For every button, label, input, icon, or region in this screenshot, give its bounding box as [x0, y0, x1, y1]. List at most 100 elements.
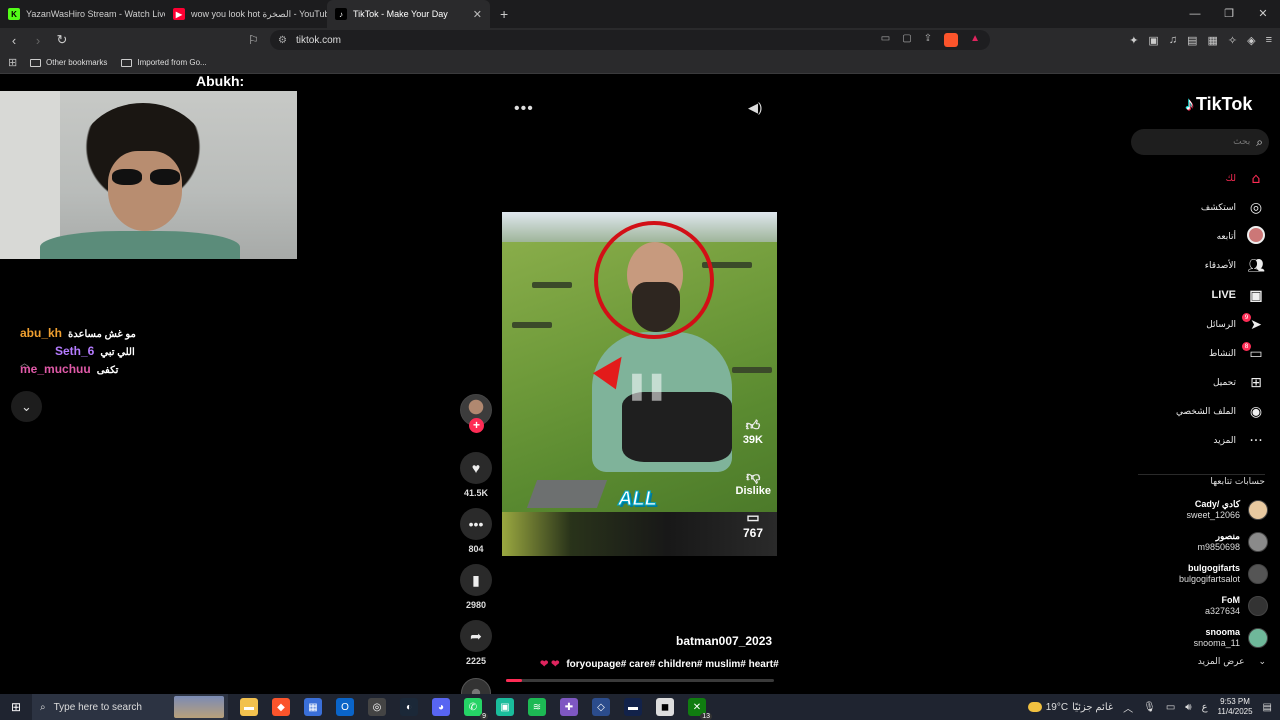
brave-rewards-icon[interactable]: ▲ [970, 33, 980, 47]
taskbar-search[interactable]: ⌕ Type here to search [32, 694, 228, 720]
app-icon[interactable]: ◎ [368, 698, 386, 716]
sidebar-item-messages[interactable]: الرسائل ➤ 9 [1116, 310, 1266, 339]
app-icon[interactable]: ◇ [592, 698, 610, 716]
site-settings-icon[interactable]: ⚙ [278, 35, 287, 46]
sidebar-item-profile[interactable]: الملف الشخصي ◉ [1116, 398, 1266, 427]
network-icon[interactable]: ▭ [1166, 702, 1175, 713]
comment-button[interactable]: ••• [460, 508, 492, 540]
reload-icon[interactable]: ↻ [52, 32, 72, 48]
leo-ai-icon[interactable]: ✧ [1228, 34, 1237, 47]
sidebar-item-activity[interactable]: النشاط ▭ 8 [1116, 339, 1266, 368]
bookmark-icon[interactable]: ⚐ [248, 33, 259, 47]
tiktok-icon: ♪ [335, 8, 347, 20]
pause-icon[interactable]: ❚❚ [626, 370, 668, 401]
video-player[interactable]: ❚❚ ALL 👍︎ 39K 👎︎ Dislike ▭ 767 [502, 212, 777, 556]
following-account[interactable]: snooma snooma_11 [1128, 622, 1268, 654]
sidebar-item-label: المزيد [1213, 436, 1236, 447]
following-account[interactable]: bulgogifarts bulgogifartsalot [1128, 558, 1268, 590]
sidebar-item-live[interactable]: LIVE ▣ [1116, 281, 1266, 310]
restore-icon[interactable]: ❐ [1212, 0, 1246, 28]
account-name: Cady/ كادي [1194, 499, 1240, 509]
minimize-icon[interactable]: — [1178, 0, 1212, 28]
app-icon[interactable]: ▣ [496, 698, 514, 716]
steam-icon[interactable]: ◐ [400, 698, 418, 716]
brave-shields-icon[interactable] [944, 33, 959, 47]
weather-widget[interactable]: 19°C غائم جزئيًا [1027, 702, 1113, 713]
file-explorer-icon[interactable]: ▬ [240, 698, 258, 716]
cast-icon[interactable]: ▢ [902, 33, 911, 47]
windows-start-icon[interactable]: ⊞ [0, 700, 32, 714]
home-icon: ⌂ [1251, 170, 1261, 187]
following-account[interactable]: Cady/ كادي sweet_12066 [1128, 494, 1268, 526]
forward-icon[interactable]: › [28, 33, 48, 48]
media-icon[interactable]: ♫ [1169, 34, 1177, 47]
sidebar-item-upload[interactable]: تحميل ⊞ [1116, 368, 1266, 397]
sidebar-item-label: استكشف [1200, 202, 1236, 213]
like-button[interactable]: ♥ [460, 452, 492, 484]
brave-browser-icon[interactable]: ◆ [272, 698, 290, 716]
bookmark-folder-other[interactable]: Other bookmarks [30, 58, 107, 67]
clock[interactable]: 9:53 PM 11/4/2025 [1218, 697, 1253, 717]
hashtags[interactable]: foryoupage# care# children# muslim# hear… [566, 659, 778, 670]
sidebar-item-explore[interactable]: استكشف ◎ [1116, 193, 1266, 222]
tab-tiktok[interactable]: ♪ TikTok - Make Your Day ✕ [327, 0, 490, 28]
tab-kick-stream[interactable]: K YazanWasHiro Stream - Watch Live o [0, 0, 165, 28]
outlook-icon[interactable]: O [336, 698, 354, 716]
follow-plus-icon[interactable]: + [469, 418, 484, 433]
close-tab-icon[interactable]: ✕ [473, 8, 482, 21]
wallet-icon[interactable]: ▦ [1207, 34, 1217, 47]
sidebar-item-label: الرسائل [1206, 319, 1236, 330]
tiktok-logo[interactable]: ♪ TikTok [1185, 94, 1252, 115]
more-options-icon[interactable]: ••• [514, 100, 534, 118]
controller-icon[interactable]: ✚ [560, 698, 578, 716]
video-inner-comments: ▭ 767 [743, 509, 763, 540]
chevron-up-icon[interactable]: ︿ [1123, 700, 1133, 715]
microphone-icon[interactable]: 🎙︎ [1143, 702, 1156, 713]
tab-youtube[interactable]: ▶ wow you look hot الصخرة - YouTube [165, 0, 327, 28]
apps-grid-icon[interactable]: ⊞ [8, 56, 20, 69]
screenshot-icon[interactable]: ▣ [1148, 34, 1158, 47]
see-more-button[interactable]: عرض المزيد ⌄ [1198, 657, 1266, 667]
share-icon[interactable]: ⇪ [924, 33, 932, 47]
following-account[interactable]: منصور m9850698 [1128, 526, 1268, 558]
whatsapp-icon[interactable]: ✆ 9 [464, 698, 488, 720]
sidebar-item-label: الملف الشخصي [1176, 407, 1236, 418]
search-input[interactable] [1154, 137, 1251, 147]
roblox-icon[interactable]: ◼ [656, 698, 674, 716]
url-bar[interactable]: ⚙ tiktok.com ▭ ▢ ⇪ ▲ [270, 30, 990, 50]
back-icon[interactable]: ‹ [4, 33, 24, 48]
spotify-icon[interactable]: ≋ [528, 698, 546, 716]
sidebar-item-for-you[interactable]: لك ⌂ [1116, 164, 1266, 193]
reader-icon[interactable]: ▭ [881, 33, 890, 47]
inner-like-count: 39K [742, 434, 763, 446]
video-author[interactable]: batman007_2023 [676, 634, 772, 648]
tab-title: YazanWasHiro Stream - Watch Live o [26, 9, 165, 19]
following-account[interactable]: FoM a327634 [1128, 590, 1268, 622]
sidebar-item-friends[interactable]: الأصدقاء 👥︎ [1116, 252, 1266, 281]
search-icon[interactable]: ⌕ [1256, 135, 1263, 150]
sidebar-icon[interactable]: ▤ [1187, 34, 1197, 47]
share-button[interactable]: ➦ [460, 620, 492, 652]
account-avatar [1248, 628, 1268, 648]
speaker-icon[interactable]: 🔊︎ [1185, 702, 1191, 713]
menu-icon[interactable]: ≡ [1266, 34, 1272, 47]
language-indicator[interactable]: ع [1202, 702, 1208, 713]
author-avatar[interactable]: + [460, 394, 492, 433]
sidebar-item-following[interactable]: أتابعه [1116, 222, 1266, 251]
close-window-icon[interactable]: ✕ [1246, 0, 1280, 28]
microsoft-store-icon[interactable]: ▦ [304, 698, 322, 716]
volume-icon[interactable]: ◀) [748, 100, 762, 116]
extensions-icon[interactable]: ✦ [1129, 34, 1138, 47]
sidebar-item-more[interactable]: المزيد ··· [1116, 427, 1266, 456]
xbox-icon[interactable]: ✕ 13 [688, 698, 712, 720]
chevron-down-icon[interactable]: ⌄ [11, 391, 42, 422]
terminal-icon[interactable]: ▬ [624, 698, 642, 716]
vpn-icon[interactable]: ◈ [1247, 34, 1255, 47]
following-list: Cady/ كادي sweet_12066 منصور m9850698 bulg… [1128, 494, 1268, 654]
video-progress-bar[interactable] [506, 679, 774, 682]
bookmark-folder-imported[interactable]: Imported from Go... [121, 58, 207, 67]
discord-icon[interactable]: ◕ [432, 698, 450, 716]
notifications-icon[interactable]: ▤ [1263, 702, 1272, 713]
save-button[interactable]: ▮ [460, 564, 492, 596]
new-tab-icon[interactable]: + [500, 6, 508, 22]
